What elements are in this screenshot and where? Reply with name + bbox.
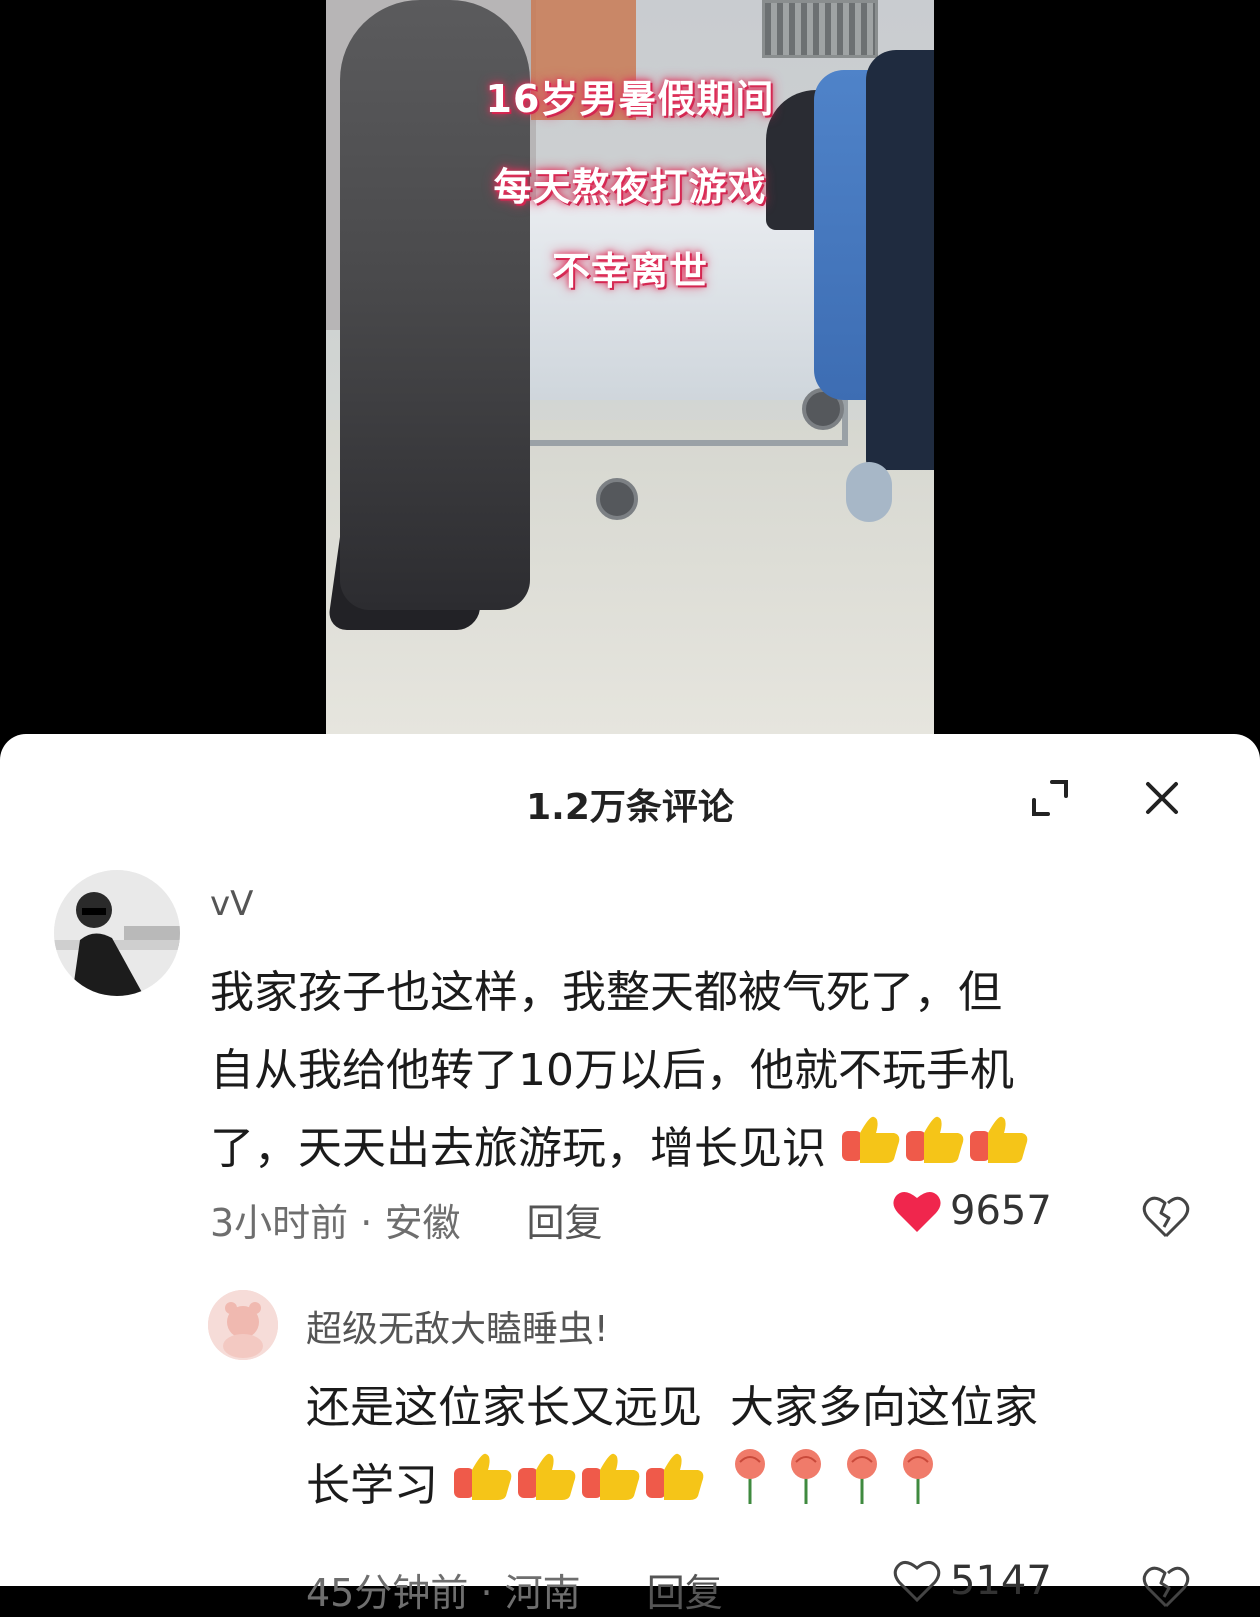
- reply-comment-item: 超级无敌大瞌睡虫! 还是这位家长又远见 大家多向这位家 长学习 45分钟前 · …: [0, 1290, 1260, 1615]
- thumbs-up-icon: [452, 1448, 516, 1528]
- scene-bed-frame: [476, 330, 848, 446]
- comments-sheet: 1.2万条评论 vV 我家孩子也这样，我整天都被气死了，但 自从我给他转了10万…: [0, 734, 1260, 1615]
- scene-vent: [762, 0, 878, 58]
- comment-text: 我家孩子也这样，我整天都被气死了，但 自从我给他转了10万以后，他就不玩手机 了…: [210, 954, 1032, 1192]
- avatar-image: [54, 870, 180, 996]
- thumbs-up-icon: [644, 1448, 708, 1528]
- comment-time: 45分钟前: [306, 1571, 469, 1615]
- expand-icon: [1032, 780, 1068, 816]
- comment-author[interactable]: vV: [210, 884, 253, 924]
- broken-heart-icon: [1142, 1196, 1190, 1238]
- thumbs-up-icon: [516, 1448, 580, 1528]
- close-button[interactable]: [1140, 776, 1184, 820]
- reply-button[interactable]: 回复: [647, 1571, 723, 1615]
- comments-header: 1.2万条评论: [0, 770, 1260, 830]
- comment-text-line: 还是这位家长又远见 大家多向这位家: [306, 1382, 1038, 1433]
- comment-meta: 3小时前 · 安徽 回复: [210, 1192, 603, 1247]
- comment-author[interactable]: 超级无敌大瞌睡虫!: [306, 1300, 608, 1352]
- expand-button[interactable]: [1028, 776, 1072, 820]
- dislike-button[interactable]: [1142, 1564, 1190, 1612]
- comment-text: 还是这位家长又远见 大家多向这位家 长学习: [306, 1370, 1038, 1530]
- comment-location: · 安徽: [360, 1201, 461, 1245]
- heart-filled-icon: [893, 1191, 941, 1232]
- reply-button[interactable]: 回复: [527, 1201, 603, 1245]
- rose-icon: [778, 1446, 834, 1530]
- dislike-button[interactable]: [1142, 1194, 1190, 1242]
- video-caption-line: 不幸离世: [551, 249, 708, 293]
- comment-text-line: 我家孩子也这样，我整天都被气死了，但: [210, 967, 1002, 1018]
- scene-wheel: [596, 478, 638, 520]
- comment-meta: 45分钟前 · 河南 回复: [306, 1562, 723, 1617]
- comment-item: vV 我家孩子也这样，我整天都被气死了，但 自从我给他转了10万以后，他就不玩手…: [0, 870, 1260, 1270]
- thumbs-up-icon: [904, 1111, 968, 1192]
- broken-heart-icon: [1142, 1566, 1190, 1608]
- heart-outline-icon: [893, 1561, 941, 1603]
- close-icon: [1146, 782, 1178, 814]
- like-button[interactable]: 9657: [892, 1188, 1052, 1234]
- video-frame[interactable]: 16岁男暑假期间 每天熬夜打游戏 不幸离世: [326, 0, 934, 734]
- rose-icon: [890, 1446, 946, 1530]
- comment-text-line: 自从我给他转了10万以后，他就不玩手机: [210, 1045, 1014, 1096]
- rose-icon: [722, 1446, 778, 1530]
- rose-icon: [834, 1446, 890, 1530]
- avatar-image: [208, 1290, 278, 1360]
- thumbs-up-icon: [580, 1448, 644, 1528]
- video-player[interactable]: 16岁男暑假期间 每天熬夜打游戏 不幸离世: [0, 0, 1260, 734]
- comment-text-row: 长学习: [306, 1446, 1038, 1530]
- comment-location: · 河南: [480, 1571, 581, 1615]
- like-count: 9657: [950, 1188, 1052, 1234]
- comment-time: 3小时前: [210, 1201, 349, 1245]
- avatar[interactable]: [208, 1290, 278, 1360]
- like-button[interactable]: 5147: [892, 1558, 1052, 1604]
- comment-text-row: 了，天天出去旅游玩，增长见识: [210, 1110, 1032, 1192]
- scene-shoe-cover: [846, 462, 892, 522]
- avatar[interactable]: [54, 870, 180, 996]
- video-caption-line: 16岁男暑假期间: [485, 77, 775, 121]
- thumbs-up-icon: [840, 1111, 904, 1192]
- thumbs-up-icon: [968, 1111, 1032, 1192]
- video-caption-line: 每天熬夜打游戏: [493, 165, 767, 209]
- comment-text-line: 了，天天出去旅游玩，增长见识: [210, 1123, 826, 1174]
- comment-text-line: 长学习: [306, 1460, 438, 1511]
- like-count: 5147: [950, 1558, 1052, 1604]
